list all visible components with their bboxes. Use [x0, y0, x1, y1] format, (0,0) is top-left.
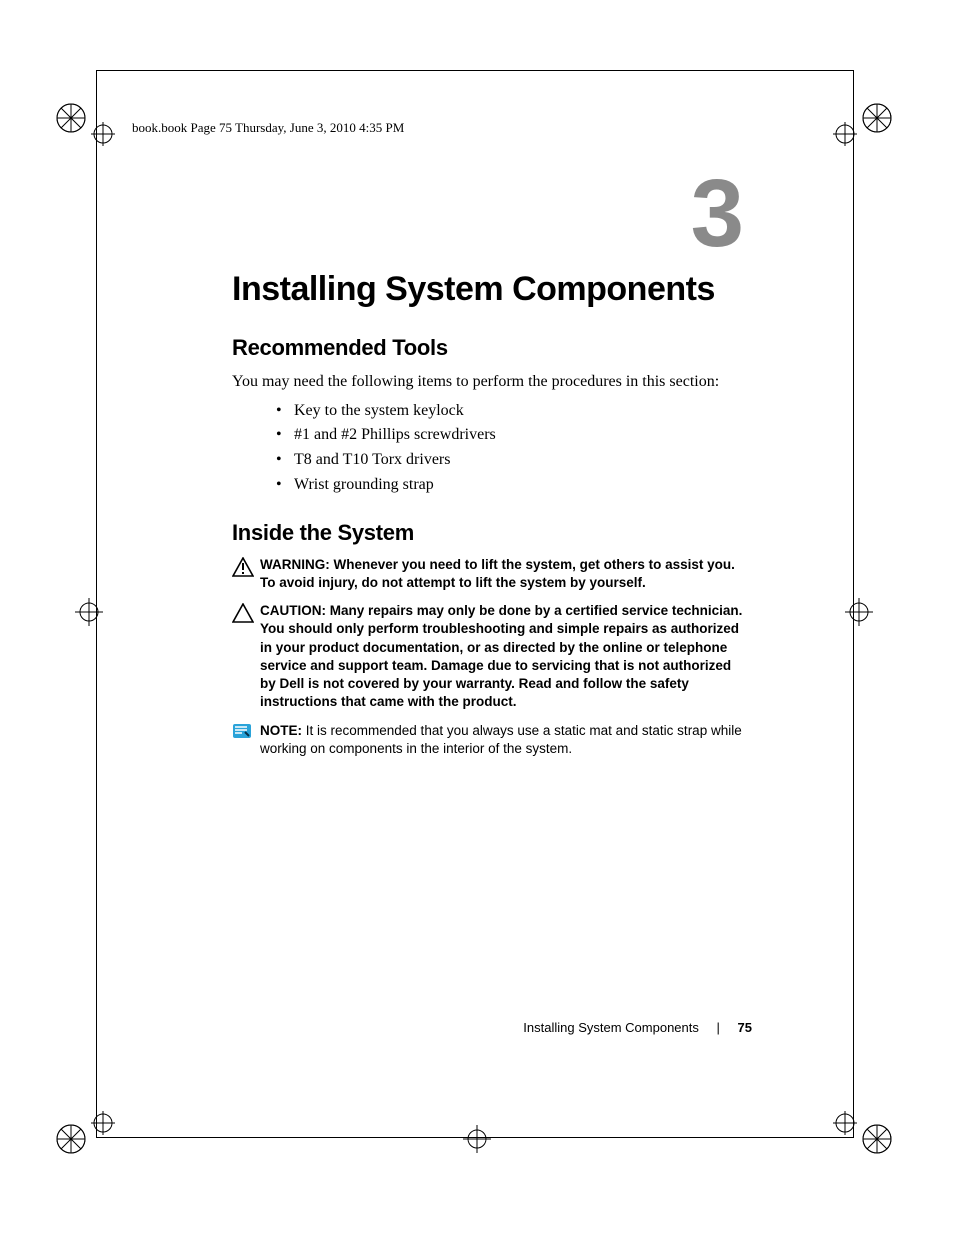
caution-text: CAUTION: Many repairs may only be done b… [260, 602, 748, 711]
tools-intro: You may need the following items to perf… [232, 371, 748, 393]
section-heading-inside: Inside the System [232, 520, 748, 546]
caution-label: CAUTION: [260, 603, 326, 618]
chapter-number: 3 [232, 166, 744, 262]
note-block: NOTE: It is recommended that you always … [232, 722, 748, 758]
crop-mark-icon [53, 1103, 125, 1175]
warning-body: Whenever you need to lift the system, ge… [260, 557, 735, 590]
caution-icon [232, 602, 260, 623]
footer-separator: | [717, 1020, 720, 1035]
warning-text: WARNING: Whenever you need to lift the s… [260, 556, 748, 592]
list-item: T8 and T10 Torx drivers [276, 448, 748, 473]
crop-mark-icon [53, 576, 125, 648]
crop-mark-icon [53, 82, 125, 154]
note-label: NOTE: [260, 723, 302, 738]
caution-block: CAUTION: Many repairs may only be done b… [232, 602, 748, 711]
note-text: NOTE: It is recommended that you always … [260, 722, 748, 758]
list-item: Wrist grounding strap [276, 473, 748, 498]
footer-section: Installing System Components [523, 1020, 699, 1035]
crop-mark-icon [441, 1103, 513, 1175]
tools-list: Key to the system keylock #1 and #2 Phil… [232, 399, 748, 498]
warning-label: WARNING: [260, 557, 330, 572]
warning-block: WARNING: Whenever you need to lift the s… [232, 556, 748, 592]
note-body: It is recommended that you always use a … [260, 723, 742, 756]
section-heading-tools: Recommended Tools [232, 335, 748, 361]
chapter-title: Installing System Components [232, 270, 748, 309]
list-item: Key to the system keylock [276, 399, 748, 424]
page-number: 75 [738, 1020, 752, 1035]
caution-body: Many repairs may only be done by a certi… [260, 603, 742, 709]
warning-icon [232, 556, 260, 577]
running-header: book.book Page 75 Thursday, June 3, 2010… [132, 120, 404, 136]
crop-mark-icon [823, 1103, 895, 1175]
page-footer: Installing System Components | 75 [523, 1020, 752, 1035]
list-item: #1 and #2 Phillips screwdrivers [276, 423, 748, 448]
note-icon [232, 722, 260, 741]
crop-mark-icon [823, 576, 895, 648]
page-content: 3 Installing System Components Recommend… [232, 176, 748, 768]
crop-mark-icon [823, 82, 895, 154]
